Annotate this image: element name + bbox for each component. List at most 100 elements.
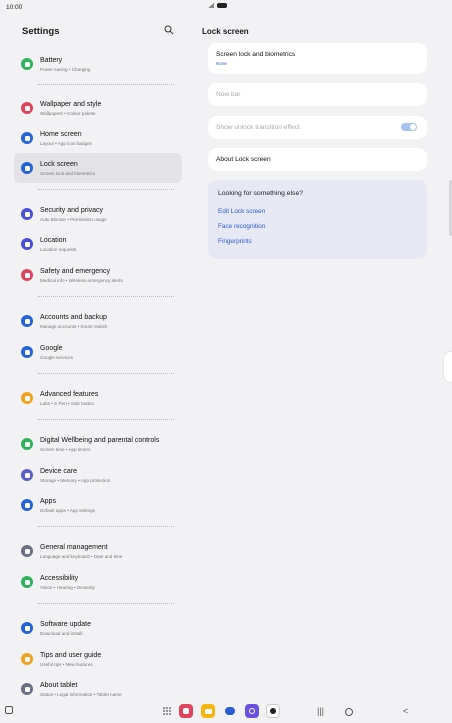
item-label: Software update (40, 621, 91, 628)
screen-lock-label: Screen lock and biometrics (216, 51, 296, 58)
battery-icon (21, 58, 33, 70)
item-sublabel: Status • Legal information • Tablet name (40, 692, 122, 697)
item-label: Home screen (40, 131, 82, 138)
item-sublabel: Download and install (40, 631, 83, 636)
settings-item-tips[interactable]: Tips and user guide Useful tips • New fe… (14, 644, 182, 674)
unlock-effect-toggle[interactable] (401, 123, 417, 131)
item-label: Digital Wellbeing and parental controls (40, 437, 160, 444)
item-sublabel: Auto Blocker • Permission usage (40, 217, 107, 222)
item-label: Security and privacy (40, 207, 104, 214)
divider (38, 84, 174, 85)
google-icon (21, 346, 33, 358)
settings-item-advanced-features[interactable]: Advanced features Labs • S Pen • Side bu… (14, 383, 182, 413)
item-label: Location (40, 237, 67, 244)
link-edit-lock-screen[interactable]: Edit Lock screen (218, 208, 265, 215)
settings-item-wallpaper[interactable]: Wallpaper and style Wallpapers • Colour … (14, 93, 182, 123)
messages-app-icon[interactable] (223, 704, 237, 718)
sliders-icon (21, 545, 33, 557)
info-icon (21, 683, 33, 695)
shield-icon (21, 208, 33, 220)
themes-app-icon[interactable] (245, 704, 259, 718)
item-label: Accessibility (40, 575, 79, 582)
sync-icon (21, 315, 33, 327)
item-label: Accounts and backup (40, 314, 107, 321)
item-sublabel: Screen lock and biometrics (40, 171, 96, 176)
home-button-icon[interactable] (345, 708, 353, 716)
link-face-recognition[interactable]: Face recognition (218, 223, 265, 230)
item-label: Advanced features (40, 391, 99, 398)
settings-item-digital-wellbeing[interactable]: Digital Wellbeing and parental controls … (14, 429, 182, 459)
status-bar: 10:00 (0, 0, 452, 14)
divider (38, 419, 174, 420)
settings-item-safety[interactable]: Safety and emergency Medical info • Wire… (14, 260, 182, 290)
location-pin-icon (21, 238, 33, 250)
divider (38, 189, 174, 190)
item-label: Tips and user guide (40, 652, 102, 659)
divider (38, 373, 174, 374)
now-bar-label: Now bar (216, 91, 241, 98)
files-app-icon[interactable] (201, 704, 215, 718)
settings-item-accessibility[interactable]: Accessibility Vision • Hearing • Dexteri… (14, 567, 182, 597)
settings-item-software-update[interactable]: Software update Download and install (14, 613, 182, 643)
settings-item-apps[interactable]: Apps Default apps • App settings (14, 490, 182, 520)
item-sublabel: Vision • Hearing • Dexterity (40, 585, 95, 590)
settings-list-panel: Settings Battery Power saving • Charging… (14, 22, 182, 697)
settings-item-accounts[interactable]: Accounts and backup Manage accounts • Sm… (14, 306, 182, 336)
emergency-icon (21, 269, 33, 281)
screen-lock-row[interactable]: Screen lock and biometrics None (208, 43, 427, 74)
back-icon[interactable]: < (403, 706, 408, 716)
settings-title: Settings (22, 26, 60, 37)
keyboard-icon[interactable] (5, 706, 13, 714)
item-label: Google (40, 345, 63, 352)
app-drawer-icon[interactable] (162, 706, 172, 716)
settings-item-location[interactable]: Location Location requests (14, 229, 182, 259)
home-icon (21, 132, 33, 144)
item-sublabel: Layout • App icon badges (40, 141, 92, 146)
settings-item-general-management[interactable]: General management Language and keyboard… (14, 536, 182, 566)
settings-item-lock-screen[interactable]: Lock screen Screen lock and biometrics (14, 153, 182, 183)
settings-item-google[interactable]: Google Google services (14, 337, 182, 367)
floating-bubble[interactable] (444, 352, 452, 382)
item-sublabel: Medical info • Wireless emergency alerts (40, 278, 123, 283)
item-label: About tablet (40, 682, 78, 689)
item-label: Safety and emergency (40, 268, 111, 275)
item-sublabel: Default apps • App settings (40, 508, 95, 513)
wellbeing-icon (21, 438, 33, 450)
item-sublabel: Location requests (40, 247, 77, 252)
star-gear-icon (21, 392, 33, 404)
unlock-effect-label: Show unlock transition effect (216, 124, 300, 131)
about-lock-screen-row[interactable]: About Lock screen (208, 148, 427, 171)
about-lock-screen-label: About Lock screen (216, 156, 271, 163)
bulb-icon (21, 653, 33, 665)
screen-lock-value: None (216, 61, 227, 66)
recent-apps-icon[interactable]: ||| (317, 706, 324, 716)
item-sublabel: Storage • Memory • App protection (40, 478, 111, 483)
item-sublabel: Wallpapers • Colour palette (40, 111, 96, 116)
link-fingerprints[interactable]: Fingerprints (218, 238, 252, 245)
divider (38, 526, 174, 527)
settings-item-security[interactable]: Security and privacy Auto Blocker • Perm… (14, 199, 182, 229)
gallery-app-icon[interactable] (179, 704, 193, 718)
item-label: General management (40, 544, 108, 551)
looking-for-something-else: Looking for something else? Edit Lock sc… (208, 180, 427, 259)
divider (38, 603, 174, 604)
settings-item-battery[interactable]: Battery Power saving • Charging (14, 49, 182, 79)
item-sublabel: Manage accounts • Smart Switch (40, 324, 108, 329)
item-sublabel: Power saving • Charging (40, 67, 91, 72)
signal-icon (208, 3, 214, 8)
now-bar-row[interactable]: Now bar (208, 83, 427, 106)
unlock-effect-row[interactable]: Show unlock transition effect (208, 116, 427, 139)
camera-app-icon[interactable] (266, 704, 280, 718)
search-icon[interactable] (164, 25, 174, 35)
settings-item-device-care[interactable]: Device care Storage • Memory • App prote… (14, 460, 182, 490)
battery-status-icon (217, 3, 227, 8)
item-label: Apps (40, 498, 56, 505)
taskbar: ||| < (0, 700, 452, 723)
looking-question: Looking for something else? (218, 190, 304, 197)
update-icon (21, 622, 33, 634)
divider (38, 296, 174, 297)
settings-item-home-screen[interactable]: Home screen Layout • App icon badges (14, 123, 182, 153)
accessibility-icon (21, 576, 33, 588)
item-sublabel: Google services (40, 355, 73, 360)
item-label: Battery (40, 57, 63, 64)
